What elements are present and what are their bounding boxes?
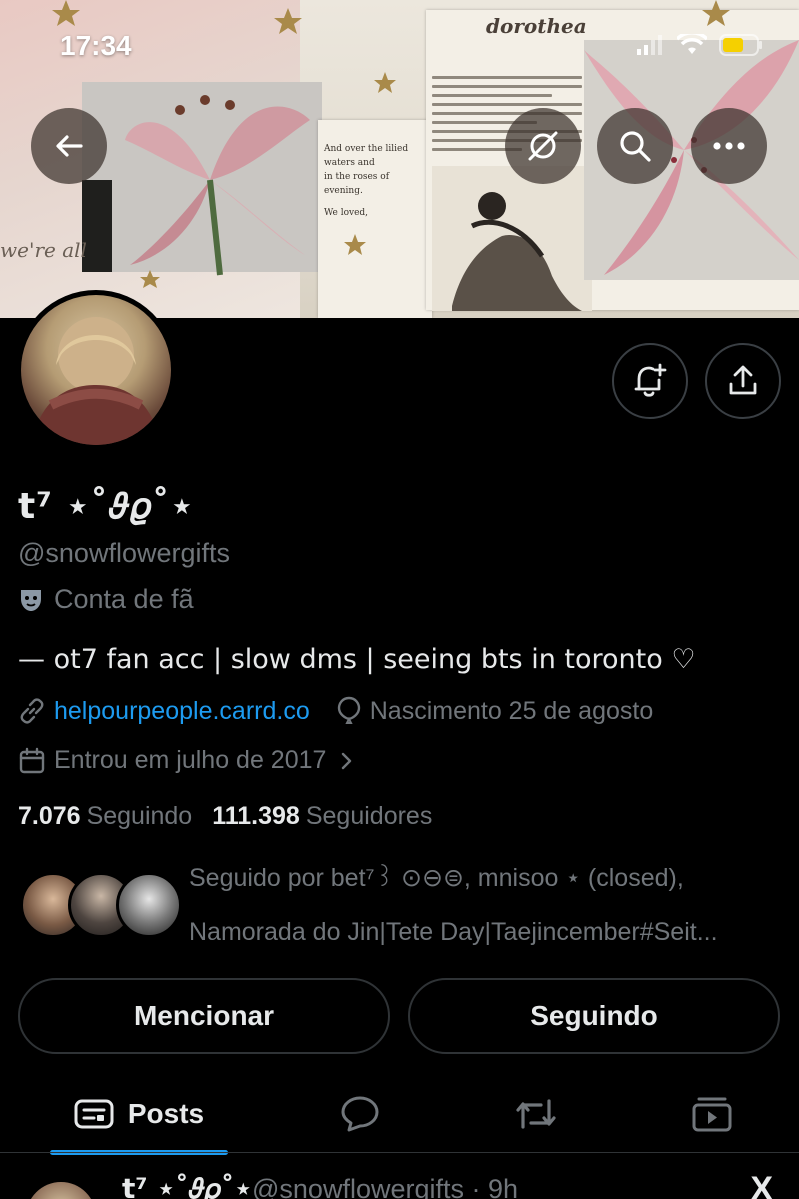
notifications-button[interactable] <box>612 343 688 419</box>
x-logo-icon: X <box>750 1170 773 1199</box>
tab-reposts[interactable] <box>496 1076 576 1152</box>
profile-tabs: Posts <box>0 1076 799 1155</box>
profile-link[interactable]: helpourpeople.carrd.co <box>18 697 310 726</box>
theater-mask-icon <box>21 589 41 611</box>
signal-icon <box>637 35 662 55</box>
calendar-icon <box>19 747 45 773</box>
back-button[interactable] <box>31 108 107 184</box>
profile-avatar[interactable] <box>16 290 176 450</box>
wifi-icon <box>677 34 707 54</box>
profile-link-text[interactable]: helpourpeople.carrd.co <box>54 697 310 726</box>
tab-media[interactable] <box>672 1076 752 1152</box>
post-author-name: t⁷ ⋆˚𝜗𝜚˚⋆ <box>122 1172 253 1199</box>
followed-by-text-line2: Namorada do Jin|Tete Day|Taejincember#Se… <box>189 918 718 946</box>
following-label: Seguindo <box>86 802 193 830</box>
posts-icon <box>74 1099 114 1129</box>
tabs-divider <box>0 1152 799 1153</box>
balloon-icon <box>337 696 360 724</box>
profile-meta-row-1: helpourpeople.carrd.co Nascimento 25 de … <box>18 696 679 726</box>
joined-info[interactable]: Entrou em julho de 2017 <box>18 746 356 775</box>
share-icon <box>729 365 757 395</box>
following-count: 7.076 <box>18 802 81 830</box>
battery-icon <box>719 34 762 56</box>
grok-icon <box>528 131 558 161</box>
birthday-info: Nascimento 25 de agosto <box>336 696 654 726</box>
display-name: t⁷ ⋆˚𝜗𝜚˚⋆ <box>18 486 195 527</box>
avatar-image <box>31 317 161 445</box>
joined-text: Entrou em julho de 2017 <box>54 746 327 774</box>
post-preview[interactable]: t⁷ ⋆˚𝜗𝜚˚⋆ @snowflowergifts · 9h X <box>0 1160 799 1199</box>
share-button[interactable] <box>705 343 781 419</box>
profile-bio: — ot7 fan acc | slow dms | seeing bts in… <box>18 644 696 675</box>
category-label: Conta de fã <box>54 584 194 614</box>
chevron-right-icon <box>342 752 352 769</box>
more-options-button[interactable] <box>691 108 767 184</box>
account-category: Conta de fã <box>18 584 194 615</box>
tab-posts[interactable]: Posts <box>50 1076 228 1152</box>
media-icon <box>692 1097 732 1132</box>
status-time: 17:34 <box>60 30 132 61</box>
following-stat[interactable]: 7.076 Seguindo <box>18 802 192 831</box>
link-icon <box>20 698 44 724</box>
followed-by-text-line1: Seguido por bet⁷꒱ ⊙⊖⊜, mnisoo ⋆ (closed)… <box>189 864 684 892</box>
status-bar: 17:34 <box>0 0 799 90</box>
followed-by[interactable]: Seguido por bet⁷꒱ ⊙⊖⊜, mnisoo ⋆ (closed)… <box>18 856 788 966</box>
search-icon <box>620 131 651 162</box>
tab-posts-label: Posts <box>127 1098 205 1129</box>
post-author-avatar[interactable] <box>26 1182 96 1199</box>
bell-plus-icon <box>634 363 667 397</box>
search-button[interactable] <box>597 108 673 184</box>
followers-stat[interactable]: 111.398 Seguidores <box>212 802 432 831</box>
grok-button[interactable] <box>505 108 581 184</box>
mention-button[interactable]: Mencionar <box>18 978 390 1054</box>
followers-label: Seguidores <box>305 802 433 830</box>
birthday-text: Nascimento 25 de agosto <box>369 696 654 725</box>
profile-banner[interactable]: we're all And over the lilied waters and… <box>0 0 799 318</box>
repost-icon <box>516 1099 556 1129</box>
tab-replies[interactable] <box>320 1076 400 1152</box>
post-author-handle: @snowflowergifts · 9h <box>252 1174 519 1199</box>
profile-handle: @snowflowergifts <box>18 538 230 568</box>
followers-count: 111.398 <box>212 802 300 830</box>
arrow-left-icon <box>56 135 83 157</box>
following-button[interactable]: Seguindo <box>408 978 780 1054</box>
reply-bubble-icon <box>341 1096 379 1132</box>
follower-avatar <box>116 872 182 938</box>
more-dots-icon <box>713 142 745 150</box>
follow-stats: 7.076 Seguindo 111.398 Seguidores <box>18 802 432 831</box>
